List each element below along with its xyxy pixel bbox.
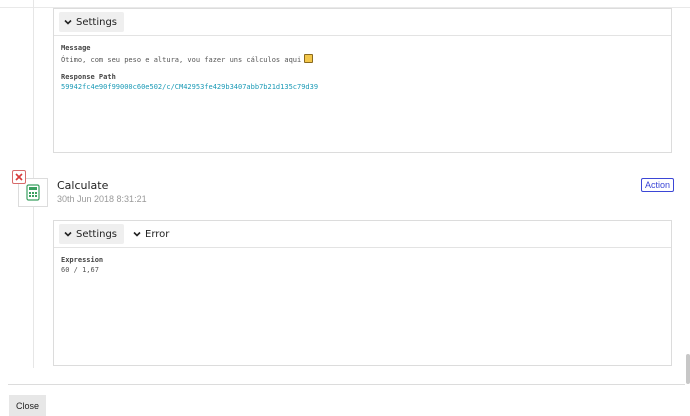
- expression-value: 60 / 1,67: [61, 266, 99, 274]
- emoji-icon: [304, 54, 314, 63]
- message-label: Message: [61, 44, 91, 52]
- panel-body: Expression 60 / 1,67: [54, 248, 671, 291]
- panel-tabs: Settings: [54, 9, 671, 36]
- footer-divider: [8, 384, 685, 385]
- previous-step-panel: Settings Message Ótimo, com seu peso e a…: [53, 8, 672, 153]
- close-button[interactable]: Close: [9, 395, 46, 416]
- message-value: Ótimo, com seu peso e altura, vou fazer …: [61, 54, 664, 64]
- response-path-link[interactable]: 59942fc4e90f99000c60e502/c/CM42953fe429b…: [61, 83, 664, 91]
- step-timestamp: 30th Jun 2018 8:31:21: [57, 194, 147, 204]
- top-divider: [0, 0, 690, 8]
- step-type-badge: Action: [641, 178, 675, 192]
- calculator-icon: [26, 184, 40, 201]
- panel-body: Message Ótimo, com seu peso e altura, vo…: [54, 36, 671, 108]
- chevron-down-icon: [64, 19, 72, 25]
- response-path-label: Response Path: [61, 73, 116, 81]
- error-status-badge: [12, 170, 26, 184]
- scrollbar-thumb[interactable]: [686, 354, 690, 384]
- tab-label: Error: [145, 228, 170, 240]
- chevron-down-icon: [133, 231, 141, 237]
- step-title: Calculate: [57, 179, 109, 192]
- expression-label: Expression: [61, 256, 104, 264]
- tab-settings[interactable]: Settings: [59, 12, 125, 32]
- panel-tabs: Settings Error: [54, 221, 671, 248]
- tab-settings[interactable]: Settings: [59, 224, 125, 244]
- tab-error[interactable]: Error: [128, 224, 176, 244]
- tab-label: Settings: [76, 228, 118, 240]
- calculate-step-panel: Settings Error Expression 60 / 1,67: [53, 220, 672, 366]
- tab-label: Settings: [76, 16, 118, 28]
- chevron-down-icon: [64, 231, 72, 237]
- error-x-icon: [15, 173, 23, 181]
